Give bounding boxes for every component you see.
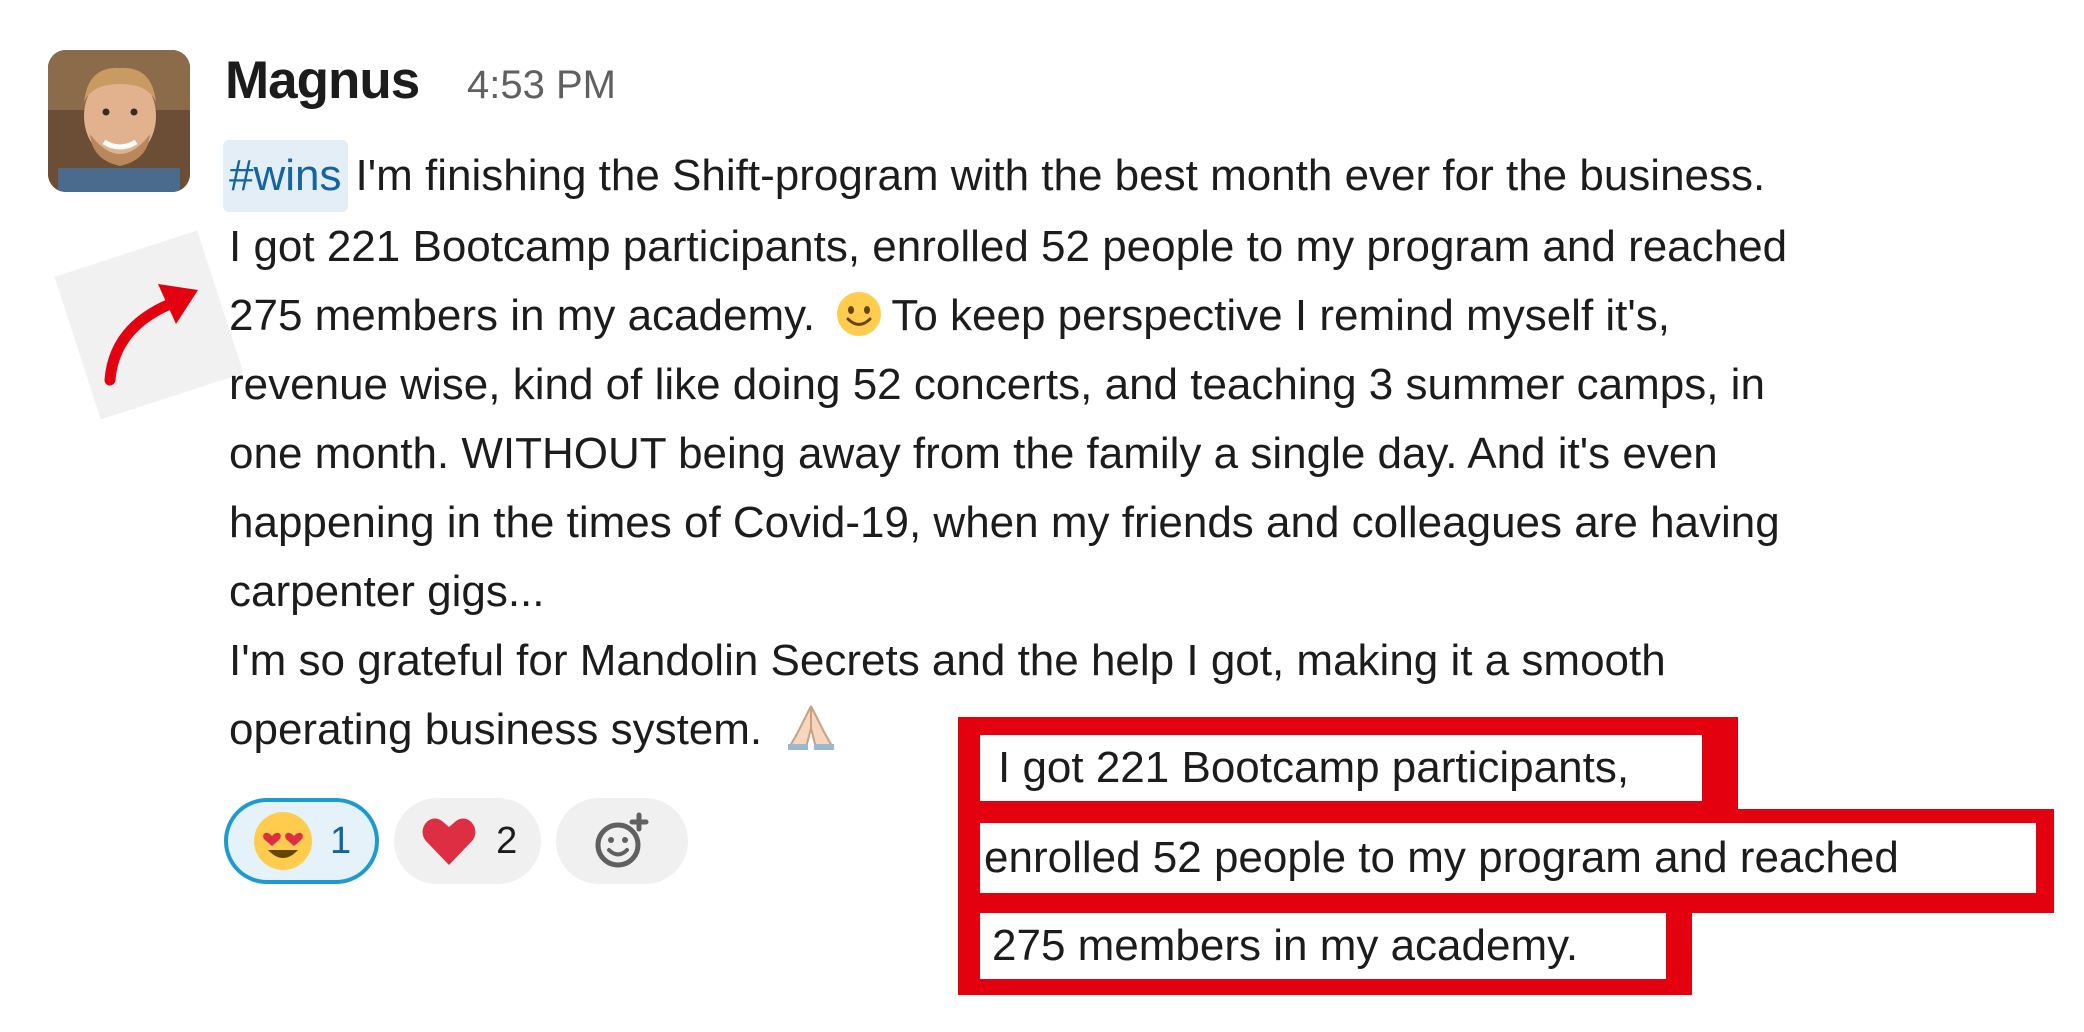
callout-text: enrolled 52 people to my program and rea… [980, 823, 2036, 893]
channel-link[interactable]: #wins [223, 140, 348, 212]
message-text: operating business system. [229, 705, 763, 754]
message-line: #wins I'm finishing the Shift-program wit… [223, 140, 2029, 212]
message-line: I'm so grateful for Mandolin Secrets and… [229, 636, 1666, 685]
message-line: 275 members in my academy. To keep persp… [229, 281, 2029, 350]
reaction-heart-eyes[interactable]: 1 [224, 798, 380, 884]
callout-text: 275 members in my academy. [980, 913, 1666, 979]
message-line: one month. WITHOUT being away from the f… [229, 429, 1718, 478]
message-timestamp[interactable]: 4:53 PM [467, 63, 616, 108]
message-text: 275 members in my academy. [229, 291, 816, 340]
callout-text: I got 221 Bootcamp participants, [980, 735, 1702, 801]
message-line: revenue wise, kind of like doing 52 conc… [229, 360, 1765, 409]
callout-box-1: I got 221 Bootcamp participants, [958, 717, 1738, 809]
slightly-smiling-face-icon [837, 292, 882, 336]
reactions-bar: 1 2 [224, 798, 689, 884]
add-reaction-button[interactable] [556, 798, 689, 884]
message-line: I got 221 Bootcamp participants, enrolle… [229, 222, 1788, 271]
callout-box-2: enrolled 52 people to my program and rea… [958, 809, 2054, 913]
reaction-count: 1 [330, 819, 352, 862]
add-reaction-icon [595, 812, 649, 868]
message-text: To keep perspective I remind myself it's… [891, 291, 1671, 340]
reaction-count: 2 [496, 819, 518, 862]
red-arrow-icon [104, 284, 198, 386]
folded-hands-icon [788, 705, 835, 750]
message-body: #wins I'm finishing the Shift-program wit… [223, 140, 2029, 764]
red-heart-icon [422, 818, 476, 865]
message-line: happening in the times of Covid-19, when… [229, 498, 1780, 547]
heart-eyes-face-icon [254, 812, 312, 870]
callout-box-3: 275 members in my academy. [958, 903, 1692, 995]
message-line: carpenter gigs... [229, 567, 545, 616]
user-avatar[interactable] [48, 50, 190, 192]
reaction-heart[interactable]: 2 [394, 798, 542, 884]
author-name[interactable]: Magnus [225, 50, 420, 111]
message-text: I'm finishing the Shift-program with the… [355, 151, 1766, 200]
